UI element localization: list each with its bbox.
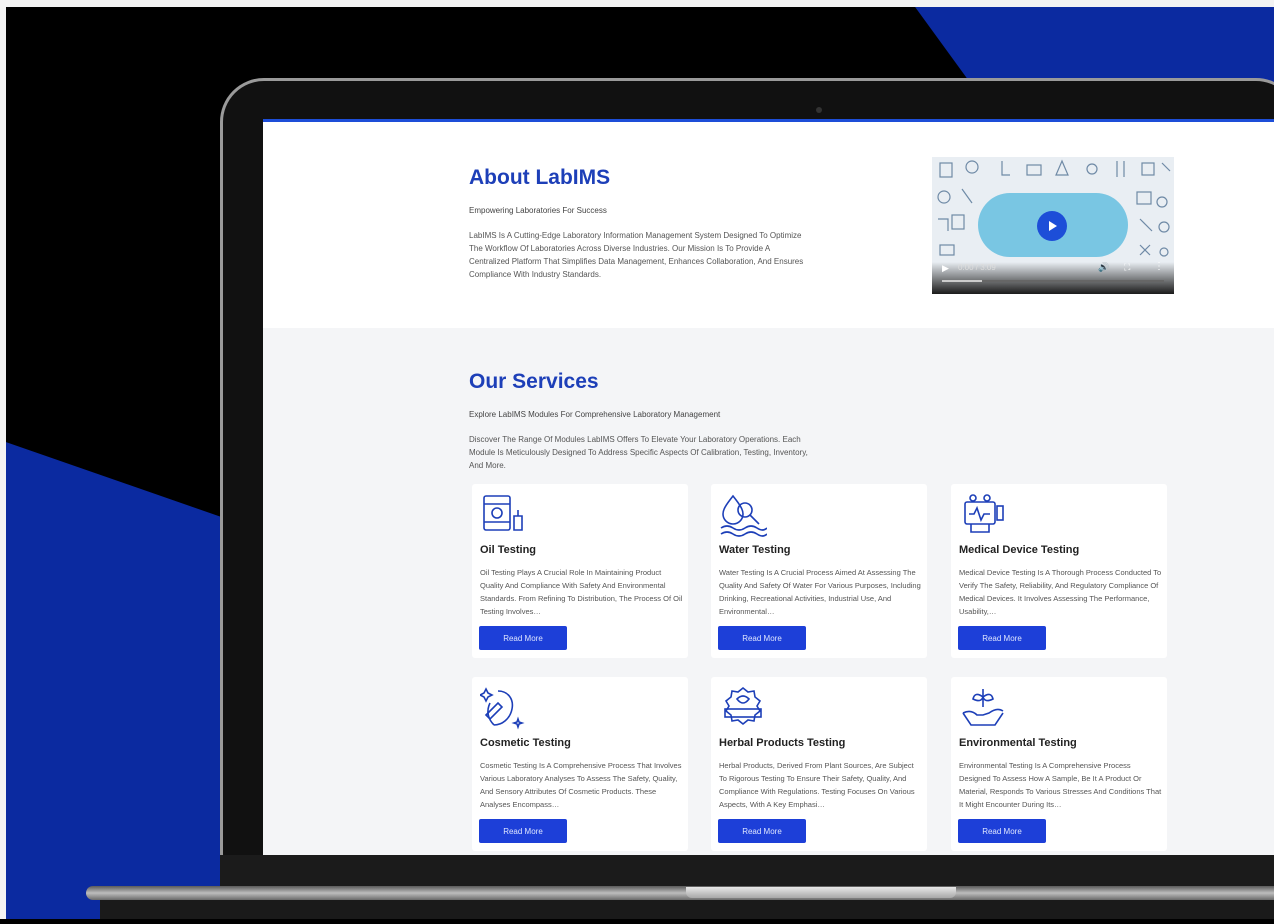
services-subtitle: Explore LabIMS Modules For Comprehensive… (469, 410, 721, 419)
about-description: LabIMS Is A Cutting-Edge Laboratory Info… (469, 231, 804, 279)
service-card-oil-testing: Oil Testing Oil Testing Plays A Crucial … (472, 484, 688, 658)
environment-icon (962, 689, 1004, 726)
video-progress-fill (942, 280, 982, 282)
service-card-herbal-products-testing: Herbal Products Testing Herbal Products,… (711, 677, 927, 851)
play-icon (1049, 221, 1057, 231)
service-card-medical-device-testing: Medical Device Testing Medical Device Te… (951, 484, 1167, 658)
top-edge (0, 0, 1274, 7)
about-subtitle: Empowering Laboratories For Success (469, 206, 607, 215)
laptop-base-shadow (100, 900, 1274, 919)
left-edge (0, 0, 6, 919)
service-card-title: Cosmetic Testing (480, 737, 571, 749)
oil-barrel-icon (483, 495, 523, 531)
volume-icon[interactable]: 🔊 (1098, 262, 1109, 273)
read-more-button[interactable]: Read More (718, 819, 806, 843)
video-play-button[interactable] (1037, 211, 1067, 241)
water-test-icon (720, 494, 767, 537)
read-more-button[interactable]: Read More (718, 626, 806, 650)
fullscreen-icon[interactable]: ⛶ (1124, 262, 1130, 273)
service-card-cosmetic-testing: Cosmetic Testing Cosmetic Testing Is A C… (472, 677, 688, 851)
service-card-title: Medical Device Testing (959, 544, 1080, 556)
service-card-description: Environmental Testing Is A Comprehensive… (959, 761, 1162, 809)
video-player[interactable]: ▶ 0:00 / 3:09 🔊 ⛶ ⋮ (932, 157, 1174, 294)
service-card-title: Water Testing (719, 544, 791, 556)
services-description: Discover The Range Of Modules LabIMS Off… (469, 435, 808, 470)
video-progress-bar[interactable] (942, 280, 1164, 282)
laptop-base-notch (686, 887, 956, 898)
service-card-title: Herbal Products Testing (719, 737, 846, 749)
medical-device-icon (964, 494, 1004, 533)
read-more-button[interactable]: Read More (958, 626, 1046, 650)
laptop-screen: About LabIMS Empowering Laboratories For… (263, 119, 1274, 855)
read-more-button[interactable]: Read More (958, 819, 1046, 843)
herbal-natural-icon (724, 686, 762, 726)
service-card-water-testing: Water Testing Water Testing Is A Crucial… (711, 484, 927, 658)
more-options-icon[interactable]: ⋮ (1154, 261, 1164, 272)
service-card-title: Oil Testing (480, 544, 537, 556)
service-card-description: Water Testing Is A Crucial Process Aimed… (719, 568, 921, 616)
read-more-button[interactable]: Read More (479, 819, 567, 843)
webcam (816, 107, 822, 113)
service-card-description: Oil Testing Plays A Crucial Role In Main… (480, 568, 683, 616)
laptop-base (86, 886, 1274, 900)
service-card-environmental-testing: Environmental Testing Environmental Test… (951, 677, 1167, 851)
play-icon[interactable]: ▶ (942, 263, 949, 274)
about-title: About LabIMS (469, 166, 611, 189)
services-title: Our Services (469, 370, 599, 393)
about-section: About LabIMS Empowering Laboratories For… (263, 122, 1274, 328)
service-card-description: Herbal Products, Derived From Plant Sour… (719, 761, 915, 809)
laptop-hinge (220, 855, 1274, 889)
cosmetic-icon (480, 687, 525, 730)
service-card-title: Environmental Testing (959, 737, 1077, 749)
read-more-button[interactable]: Read More (479, 626, 567, 650)
service-card-description: Medical Device Testing Is A Thorough Pro… (959, 568, 1162, 616)
service-card-description: Cosmetic Testing Is A Comprehensive Proc… (480, 761, 682, 809)
video-time: 0:00 / 3:09 (958, 263, 996, 272)
